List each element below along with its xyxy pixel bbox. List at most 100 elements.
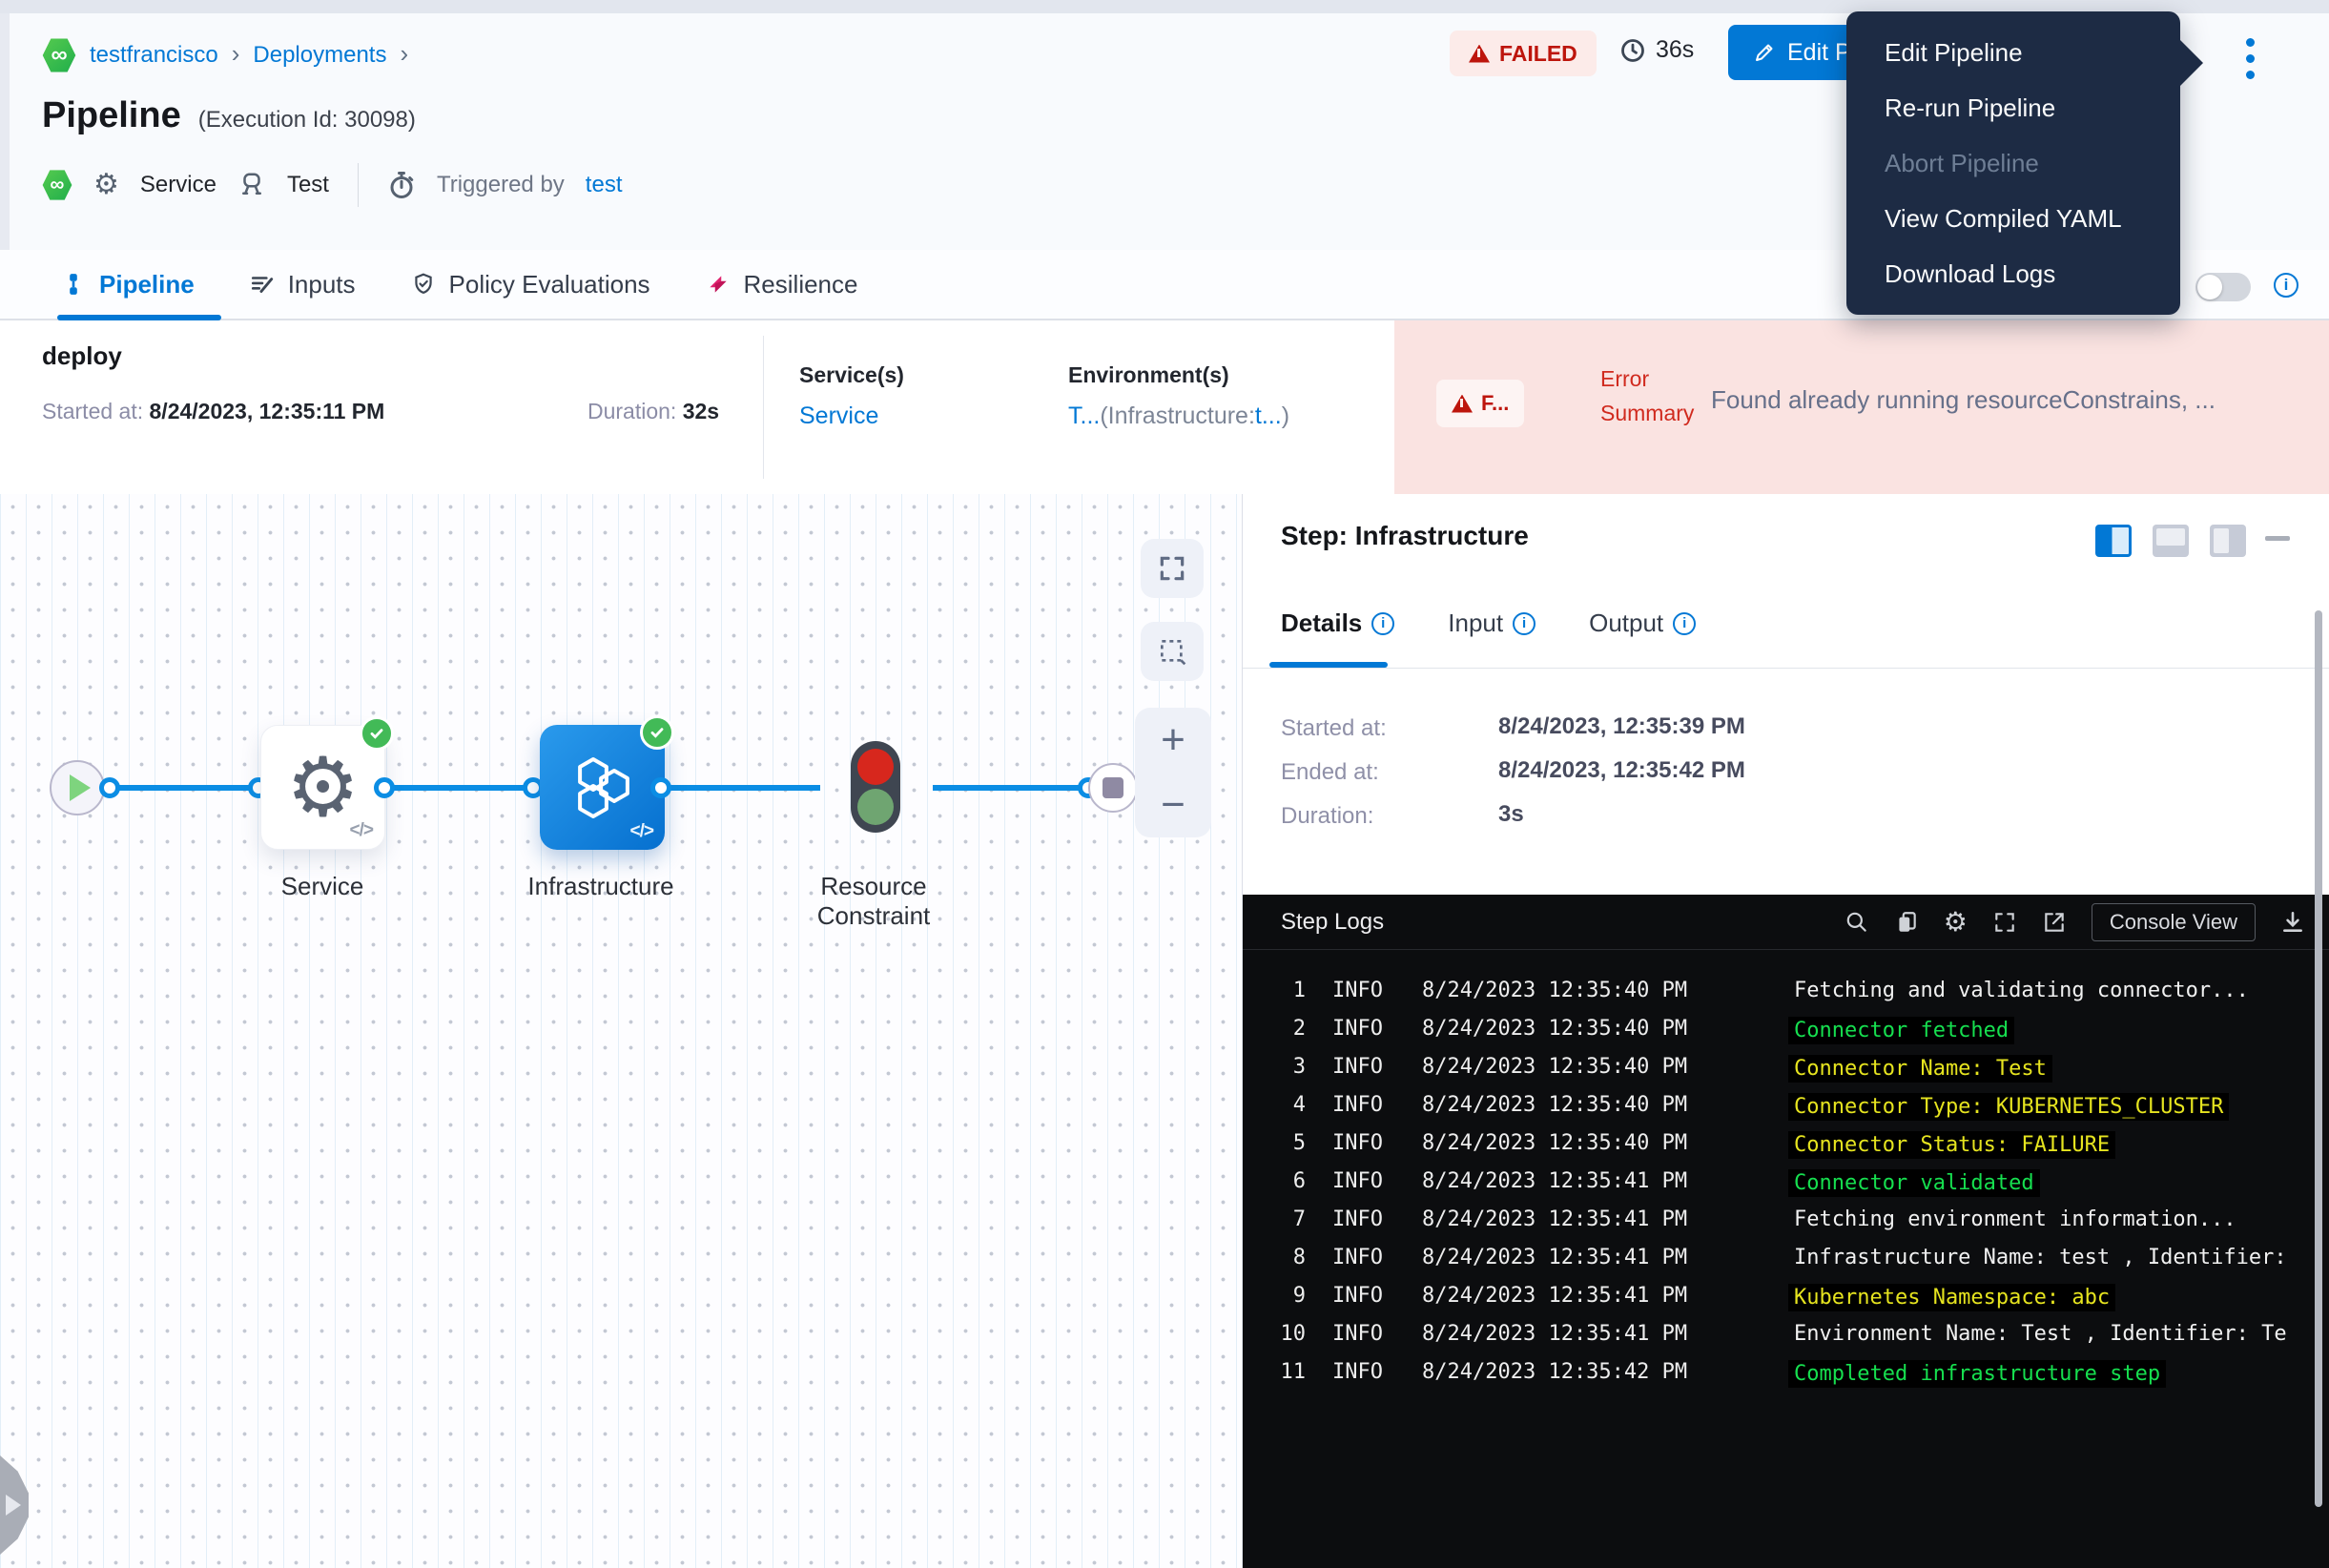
infrastructure-icon [565, 751, 641, 825]
stop-icon [1103, 777, 1123, 798]
pipeline-canvas[interactable]: ⚙ </> Service </> Infrastructure [0, 494, 1242, 1568]
view-toggle[interactable] [2195, 273, 2251, 301]
log-line: 5INFO8/24/2023 12:35:40 PMConnector Stat… [1243, 1131, 2329, 1164]
step-logs-header: Step Logs ⚙ [1243, 895, 2329, 950]
zoom-in-button[interactable]: + [1161, 719, 1185, 761]
port [99, 777, 120, 798]
stage-duration: Duration: 32s [587, 399, 719, 424]
menu-item-rerun-pipeline[interactable]: Re-run Pipeline [1846, 80, 2180, 135]
node-label-service: Service [281, 872, 364, 901]
play-icon [70, 774, 91, 801]
minimize-icon[interactable] [2265, 536, 2290, 541]
info-icon: i [1673, 612, 1696, 635]
chevron-right-icon: › [232, 39, 240, 69]
step-logs-console: Step Logs ⚙ [1243, 895, 2329, 1568]
log-line: 10INFO8/24/2023 12:35:41 PMEnvironment N… [1243, 1322, 2329, 1354]
end-node[interactable] [1088, 763, 1138, 813]
right-view-icon[interactable] [2210, 525, 2246, 557]
search-icon[interactable] [1845, 910, 1869, 935]
divider [1243, 668, 2329, 669]
title-row: Pipeline (Execution Id: 30098) [42, 95, 416, 136]
info-icon[interactable]: i [2274, 273, 2298, 298]
copy-icon[interactable] [1894, 910, 1919, 935]
info-icon: i [1513, 612, 1535, 635]
tab-details[interactable]: Detailsi [1281, 609, 1394, 638]
menu-item-view-compiled-yaml[interactable]: View Compiled YAML [1846, 191, 2180, 246]
code-icon: </> [350, 820, 373, 841]
warning-icon [1469, 45, 1490, 63]
shield-check-icon [411, 272, 436, 297]
log-line: 8INFO8/24/2023 12:35:41 PMInfrastructure… [1243, 1246, 2329, 1278]
info-icon: i [1371, 612, 1394, 635]
play-icon [6, 1495, 21, 1516]
log-line: 3INFO8/24/2023 12:35:40 PMConnector Name… [1243, 1055, 2329, 1087]
log-line: 9INFO8/24/2023 12:35:41 PMKubernetes Nam… [1243, 1284, 2329, 1316]
tab-output[interactable]: Outputi [1589, 609, 1696, 638]
pipeline-execution-page: ∞ testfrancisco › Deployments › Pipeline… [0, 0, 2329, 1568]
panel-scrollbar[interactable] [2315, 610, 2322, 1507]
edge [393, 785, 526, 791]
success-check-icon [360, 716, 394, 751]
environment-icon [237, 171, 266, 199]
ended-at-label: Ended at: [1281, 759, 1379, 786]
step-details-panel: Step: Infrastructure Detailsi Inputi Out… [1242, 494, 2329, 1568]
port [374, 777, 395, 798]
menu-item-abort-pipeline: Abort Pipeline [1846, 135, 2180, 191]
failed-short-badge: F... [1436, 380, 1524, 427]
pipeline-icon [61, 272, 86, 297]
environments-value[interactable]: T...(Infrastructure:t...) [1068, 402, 1289, 430]
tab-inputs[interactable]: Inputs [250, 270, 356, 299]
edge [670, 785, 820, 791]
gear-icon: ⚙ [286, 747, 360, 829]
environments-label: Environment(s) [1068, 362, 1229, 388]
node-label-infrastructure: Infrastructure [527, 872, 673, 901]
split-view-icon[interactable] [2095, 525, 2132, 557]
breadcrumb-project-link[interactable]: testfrancisco [90, 42, 218, 69]
environment-name[interactable]: Test [287, 172, 329, 198]
log-line: 1INFO8/24/2023 12:35:40 PMFetching and v… [1243, 979, 2329, 1011]
breadcrumb: ∞ testfrancisco › Deployments › [42, 36, 408, 74]
log-line: 4INFO8/24/2023 12:35:40 PMConnector Type… [1243, 1093, 2329, 1125]
services-value-link[interactable]: Service [799, 402, 878, 430]
stage-name[interactable]: deploy [42, 341, 122, 371]
node-infrastructure[interactable]: </> [540, 725, 665, 850]
error-summary-section: F... Error Summary Found already running… [1394, 320, 2329, 494]
download-icon[interactable] [2280, 910, 2305, 935]
started-at-label: Started at: [1281, 715, 1387, 742]
canvas-select-button[interactable] [1141, 622, 1204, 681]
settings-gear-icon[interactable]: ⚙ [1944, 909, 1968, 936]
ended-at-value: 8/24/2023, 12:35:42 PM [1498, 757, 1745, 784]
bottom-view-icon[interactable] [2153, 525, 2189, 557]
code-icon: </> [630, 821, 653, 842]
menu-item-edit-pipeline[interactable]: Edit Pipeline [1846, 25, 2180, 80]
tab-pipeline[interactable]: Pipeline [61, 270, 195, 299]
tab-policy-evaluations[interactable]: Policy Evaluations [411, 270, 650, 299]
status-badge: FAILED [1450, 31, 1597, 76]
canvas-fullscreen-button[interactable] [1141, 539, 1204, 598]
menu-item-download-logs[interactable]: Download Logs [1846, 246, 2180, 301]
error-summary-label: Error Summary [1600, 362, 1694, 430]
duration-label: Duration: [1281, 803, 1373, 830]
duration-value: 3s [1498, 801, 1524, 828]
log-line: 2INFO8/24/2023 12:35:40 PMConnector fetc… [1243, 1017, 2329, 1049]
harness-logo-icon: ∞ [42, 169, 72, 201]
error-summary-message: Found already running resourceConstrains… [1711, 385, 2321, 415]
breadcrumb-deployments-link[interactable]: Deployments [253, 42, 386, 69]
node-service[interactable]: ⚙ </> [260, 725, 385, 850]
node-label-resource-constraint: Resource Constraint [817, 872, 931, 931]
expand-left-panel-handle[interactable] [0, 1455, 29, 1555]
edge [118, 785, 252, 791]
zoom-out-button[interactable]: − [1161, 784, 1185, 826]
tab-resilience[interactable]: Resilience [706, 270, 858, 299]
node-resource-constraint[interactable] [851, 741, 900, 833]
canvas-zoom-controls: + − [1135, 708, 1211, 837]
open-external-icon[interactable] [2042, 910, 2067, 935]
service-name[interactable]: Service [140, 172, 216, 198]
more-options-button[interactable] [2243, 38, 2257, 79]
start-node[interactable] [50, 760, 105, 815]
fullscreen-icon[interactable] [1992, 910, 2017, 935]
edge [933, 785, 1085, 791]
tab-input[interactable]: Inputi [1448, 609, 1535, 638]
console-view-button[interactable]: Console View [2092, 903, 2256, 941]
triggered-by-user-link[interactable]: test [586, 172, 623, 198]
